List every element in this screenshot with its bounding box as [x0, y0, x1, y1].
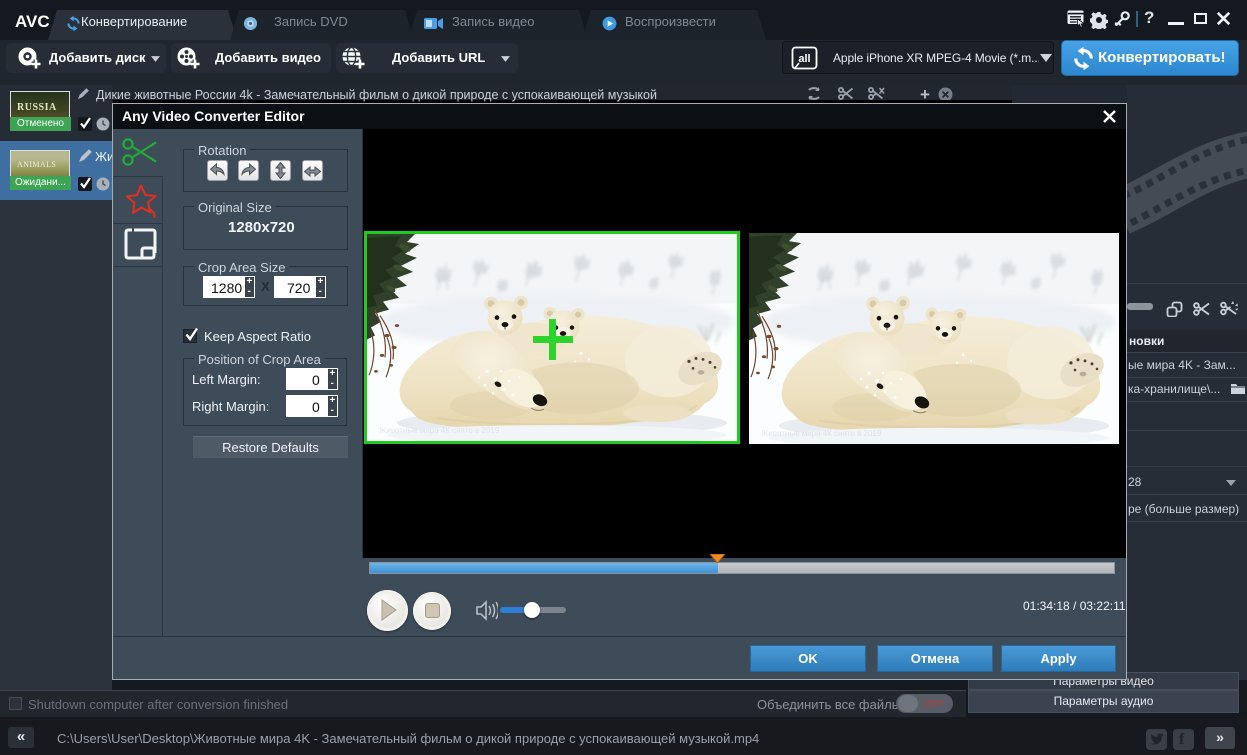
- svg-text:all: all: [798, 53, 810, 65]
